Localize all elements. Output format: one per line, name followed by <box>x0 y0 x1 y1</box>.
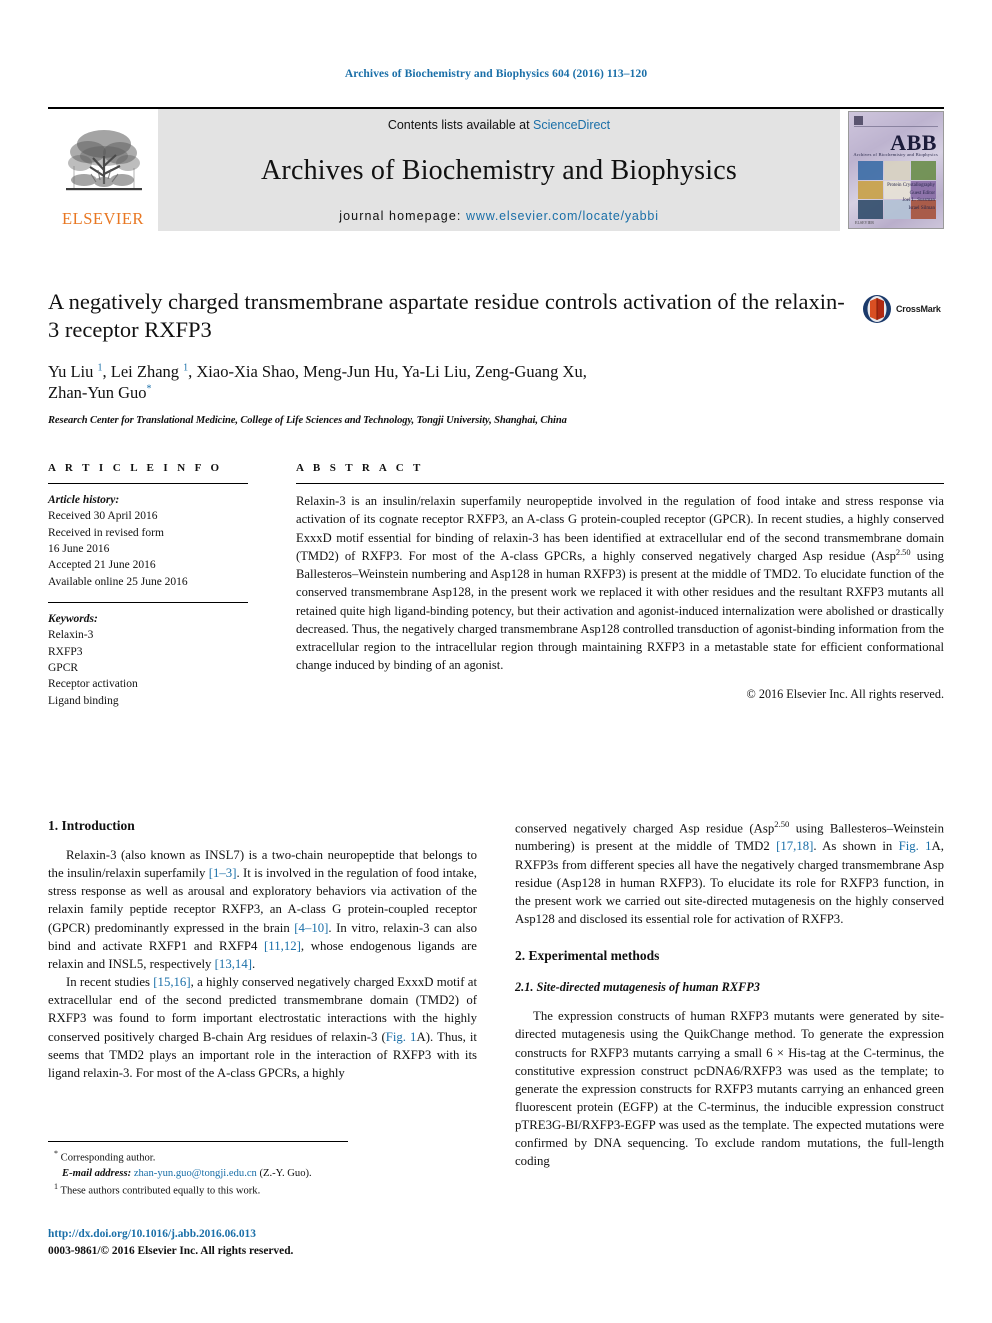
intro-paragraph-1: Relaxin-3 (also known as INSL7) is a two… <box>48 846 477 973</box>
right-p1-a: conserved negatively charged Asp residue… <box>515 821 775 836</box>
doi-link[interactable]: http://dx.doi.org/10.1016/j.abb.2016.06.… <box>48 1226 468 1243</box>
abstract-superscript: 2.50 <box>895 547 911 557</box>
cover-footer-line3: Joel L. Sussman <box>902 198 935 203</box>
cover-footer-line2: Guest Editor <box>909 190 935 196</box>
history-item: 16 June 2016 <box>48 542 110 555</box>
abstract-body: Relaxin-3 is an insulin/relaxin superfam… <box>296 492 944 675</box>
email-label: E-mail address: <box>62 1167 132 1179</box>
elsevier-tree-icon <box>66 130 142 191</box>
citation-link[interactable]: [13,14] <box>215 957 252 971</box>
body-columns: 1. Introduction Relaxin-3 (also known as… <box>48 818 944 1171</box>
figure-link[interactable]: Fig. 1 <box>386 1030 417 1044</box>
author-affiliation: Research Center for Translational Medici… <box>48 415 567 427</box>
elsevier-logo: ELSEVIER <box>48 109 158 231</box>
cover-footer-line1: Protein Crystallography <box>887 183 935 188</box>
footnote-marker-one: 1 <box>54 1182 58 1192</box>
citation-link[interactable]: [15,16] <box>153 975 190 989</box>
title-block: A negatively charged transmembrane aspar… <box>48 288 848 426</box>
footnote-marker-star: * <box>54 1149 58 1158</box>
issn-copyright-line: 0003-9861/© 2016 Elsevier Inc. All right… <box>48 1245 294 1258</box>
article-history-block: Article history: Received 30 April 2016 … <box>48 492 248 590</box>
intro-p1-e: . <box>252 956 256 971</box>
email-link[interactable]: zhan-yun.guo@tongji.edu.cn <box>134 1168 257 1179</box>
journal-cover-thumbnail: ABB Archives of Biochemistry and Biophys… <box>848 111 944 229</box>
keyword-item: Ligand binding <box>48 694 119 707</box>
cover-top-bar <box>854 115 938 127</box>
cover-footer-line4: Israel Silman <box>908 205 935 211</box>
email-suffix: (Z.-Y. Guo). <box>259 1167 312 1179</box>
sciencedirect-link[interactable]: ScienceDirect <box>533 118 610 132</box>
keywords-block: Keywords: Relaxin-3 RXFP3 GPCR Receptor … <box>48 611 248 709</box>
abstract-rule <box>296 483 944 484</box>
footnote-corresponding-text: Corresponding author. <box>60 1152 156 1164</box>
cover-subtitle: Archives of Biochemistry and Biophysics <box>853 152 938 157</box>
keywords-rule <box>48 601 248 603</box>
contents-available-line: Contents lists available at ScienceDirec… <box>388 118 610 132</box>
keyword-item: Relaxin-3 <box>48 629 94 642</box>
article-history-label: Article history: <box>48 494 120 506</box>
running-head: Archives of Biochemistry and Biophysics … <box>344 68 648 80</box>
abstract-part2: using Ballesteros–Weinstein numbering an… <box>296 548 944 673</box>
intro-p2-a: In recent studies <box>66 975 154 990</box>
crossmark-label: CrossMark <box>896 304 941 314</box>
keyword-item: RXFP3 <box>48 645 83 658</box>
history-item: Received in revised form <box>48 526 164 539</box>
body-column-right: conserved negatively charged Asp residue… <box>515 818 944 1171</box>
abstract-copyright: © 2016 Elsevier Inc. All rights reserved… <box>746 686 944 701</box>
crossmark-icon <box>863 295 891 323</box>
footnote-email: E-mail address: zhan-yun.guo@tongji.edu.… <box>48 1166 348 1181</box>
methods-heading: 2. Experimental methods <box>515 948 660 964</box>
keyword-item: Receptor activation <box>48 678 138 691</box>
article-info-rule <box>48 483 248 484</box>
right-p1-superscript: 2.50 <box>774 819 790 829</box>
history-item: Received 30 April 2016 <box>48 510 158 523</box>
journal-homepage-line: journal homepage: www.elsevier.com/locat… <box>339 209 659 223</box>
methods-paragraph-1: The expression constructs of human RXFP3… <box>515 1009 944 1169</box>
introduction-heading: 1. Introduction <box>48 818 135 833</box>
history-item: Accepted 21 June 2016 <box>48 559 156 572</box>
homepage-url-link[interactable]: www.elsevier.com/locate/yabbi <box>466 209 659 223</box>
crossmark-badge[interactable]: CrossMark <box>862 292 946 326</box>
keywords-label: Keywords: <box>48 612 98 625</box>
footnote-equal-text: These authors contributed equally to thi… <box>60 1185 261 1197</box>
journal-masthead: ELSEVIER Contents lists available at Sci… <box>48 107 944 231</box>
body-column-left: 1. Introduction Relaxin-3 (also known as… <box>48 818 477 1171</box>
journal-title: Archives of Biochemistry and Biophysics <box>261 154 737 186</box>
intro-paragraph-2-continued: conserved negatively charged Asp residue… <box>515 818 944 928</box>
homepage-prefix: journal homepage: <box>339 209 462 223</box>
keyword-item: GPCR <box>48 661 79 674</box>
contents-prefix: Contents lists available at <box>387 118 530 132</box>
abstract-heading: A B S T R A C T <box>296 462 424 474</box>
article-info-heading: A R T I C L E I N F O <box>48 462 223 474</box>
cover-publisher: ELSEVIER <box>855 220 874 225</box>
footnote-corresponding-author: * Corresponding author. <box>48 1148 348 1166</box>
info-abstract-region: A R T I C L E I N F O Article history: R… <box>48 462 944 709</box>
citation-link[interactable]: [4–10] <box>294 921 328 935</box>
cover-footer-text: Protein Crystallography Guest Editor Joe… <box>887 182 935 212</box>
abstract-part1: Relaxin-3 is an insulin/relaxin superfam… <box>296 494 944 563</box>
page-title: A negatively charged transmembrane aspar… <box>48 289 845 343</box>
intro-paragraph-2: In recent studies [15,16], a highly cons… <box>48 973 477 1082</box>
methods-subheading: 2.1. Site-directed mutagenesis of human … <box>515 980 760 995</box>
abstract-column: A B S T R A C T Relaxin-3 is an insulin/… <box>296 462 944 709</box>
elsevier-wordmark: ELSEVIER <box>62 209 144 228</box>
footnote-block: * Corresponding author. E-mail address: … <box>48 1141 348 1199</box>
article-info-column: A R T I C L E I N F O Article history: R… <box>48 462 248 709</box>
citation-link[interactable]: [1–3] <box>209 866 237 880</box>
figure-link[interactable]: Fig. 1 <box>899 839 932 853</box>
journal-band: Contents lists available at ScienceDirec… <box>158 109 840 231</box>
citation-link[interactable]: [17,18] <box>776 839 813 853</box>
author-list: Yu Liu 1, Lei Zhang 1, Xiao-Xia Shao, Me… <box>48 361 587 403</box>
footnote-equal-contribution: 1 These authors contributed equally to t… <box>48 1181 348 1199</box>
journal-article-page: Archives of Biochemistry and Biophysics … <box>0 0 992 1323</box>
right-p1-c: . As shown in <box>813 839 899 854</box>
history-item: Available online 25 June 2016 <box>48 575 188 588</box>
doi-footer: http://dx.doi.org/10.1016/j.abb.2016.06.… <box>48 1226 468 1260</box>
citation-link[interactable]: [11,12] <box>264 939 301 953</box>
